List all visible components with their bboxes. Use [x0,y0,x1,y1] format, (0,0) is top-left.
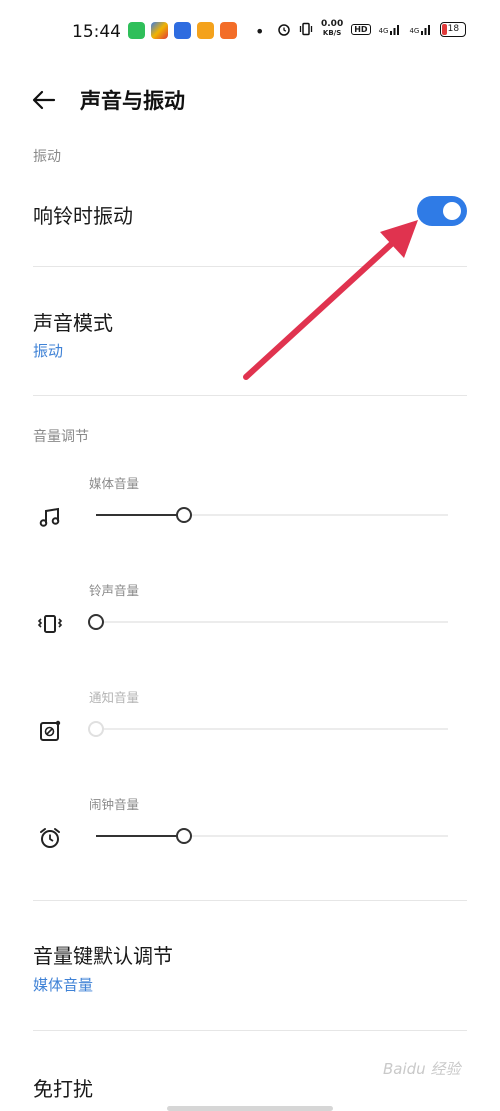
volume-key-value: 媒体音量 [33,976,94,994]
music-note-icon [39,507,60,527]
ringtone-volume-label: 铃声音量 [89,583,140,598]
app-icon-green [128,22,145,39]
slider-thumb[interactable] [176,828,192,844]
hd-badge: HD [351,23,371,35]
ring-vibrate-toggle[interactable] [417,196,467,226]
ringtone-volume-row: 铃声音量 [0,580,500,650]
sound-mode-value: 振动 [33,342,64,360]
sound-mode-title: 声音模式 [33,311,113,335]
alarm-volume-row: 闹钟音量 [0,794,500,864]
divider [33,900,467,901]
back-arrow-icon [32,90,56,110]
back-button[interactable] [30,86,58,114]
alarm-volume-slider[interactable] [96,828,448,844]
battery-icon: 18 [440,21,467,37]
notification-volume-slider[interactable] [88,721,448,737]
media-volume-label: 媒体音量 [89,476,140,491]
slider-thumb[interactable] [88,614,104,630]
network-speed: 0.00 KB/S [321,19,344,38]
divider [33,266,467,267]
alarm-clock-icon [40,828,60,848]
ring-vibrate-label: 响铃时振动 [33,204,133,228]
media-volume-slider[interactable] [96,507,448,523]
status-time: 15:44 [72,22,121,42]
toggle-knob [443,202,461,220]
divider [33,1030,467,1031]
more-notifications-dot: • [255,22,265,41]
notification-volume-row: 通知音量 [0,687,500,757]
signal-bars-icon [390,25,400,35]
media-volume-row: 媒体音量 [0,473,500,543]
app-icon-multicolor [151,22,168,39]
alarm-volume-label: 闹钟音量 [89,797,140,812]
volume-key-title: 音量键默认调节 [33,944,173,968]
notification-icon [40,720,61,741]
signal-2: 4G [409,23,432,35]
page-title: 声音与振动 [80,89,185,113]
section-label-vibration: 振动 [33,149,61,165]
weibo-icon [197,22,214,39]
alarm-icon [278,24,290,36]
status-indicators: 0.00 KB/S HD 4G 4G 18 [277,19,467,38]
app-header: 声音与振动 [30,80,185,120]
vibrate-icon [37,615,63,633]
divider [33,395,467,396]
signal-1: 4G [379,23,402,35]
gesture-bar[interactable] [167,1106,333,1111]
ringtone-volume-slider[interactable] [88,614,448,630]
watermark: Baidu 经验 [383,1060,461,1078]
notification-volume-label: 通知音量 [89,690,140,705]
vibrate-status-icon [299,22,313,36]
notification-app-icons [128,22,237,39]
status-bar: 15:44 • 0.00 KB/S HD 4G 4G 18 [0,0,500,64]
section-label-volume: 音量调节 [33,429,89,445]
slider-thumb[interactable] [88,721,104,737]
signal-bars-icon [421,25,431,35]
slider-thumb[interactable] [176,507,192,523]
app-icon-blue [174,22,191,39]
app-icon-orange [220,22,237,39]
dnd-title: 免打扰 [33,1077,93,1101]
